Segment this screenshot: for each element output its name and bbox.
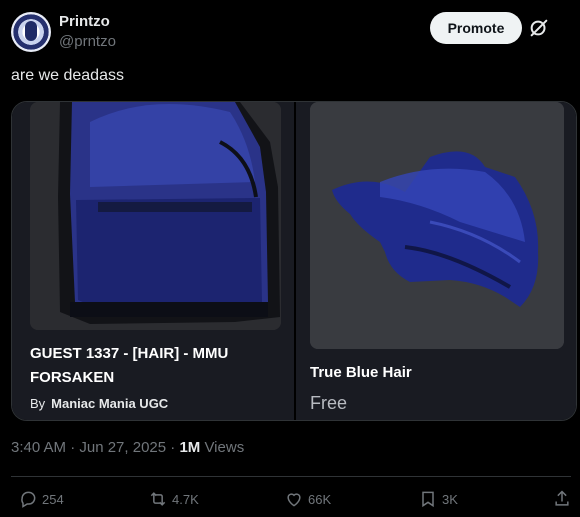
bookmark-count: 3K	[442, 491, 458, 507]
share-icon	[555, 490, 569, 506]
repost-icon	[150, 492, 166, 506]
item-price: Free	[310, 393, 348, 413]
reply-icon	[21, 491, 36, 508]
avatar[interactable]	[11, 12, 51, 52]
divider	[11, 476, 571, 477]
item-creator[interactable]: By Maniac Mania UGC	[30, 396, 168, 411]
views-label: Views	[200, 439, 245, 456]
author-name[interactable]: Printzo	[59, 13, 110, 30]
repost-button[interactable]: 4.7K	[148, 489, 199, 509]
blue-hair-side-image	[310, 102, 564, 349]
item-title[interactable]: GUEST 1337 - [HAIR] - MMU FORSAKEN	[30, 342, 270, 390]
media-card[interactable]: GUEST 1337 - [HAIR] - MMU FORSAKEN By Man…	[11, 101, 577, 421]
bookmark-button[interactable]: 3K	[418, 489, 458, 509]
share-button[interactable]	[552, 489, 572, 509]
tweet-meta: 3:40 AM · Jun 27, 2025 · 1M Views	[11, 439, 244, 456]
timestamp[interactable]: 3:40 AM · Jun 27, 2025 ·	[11, 439, 179, 456]
item-card-right[interactable]: True Blue Hair Free	[296, 102, 576, 420]
action-bar: 254 4.7K 66K 3K	[0, 485, 580, 515]
author-handle[interactable]: @prntzo	[59, 33, 116, 50]
heart-icon	[287, 493, 301, 507]
grok-icon[interactable]	[528, 17, 550, 39]
creator-name[interactable]: Maniac Mania UGC	[51, 396, 168, 411]
by-label: By	[30, 396, 46, 411]
item-title[interactable]: True Blue Hair	[310, 361, 412, 385]
item-card-left[interactable]: GUEST 1337 - [HAIR] - MMU FORSAKEN By Man…	[12, 102, 294, 420]
blue-hair-front-image	[30, 102, 281, 330]
tweet-text: are we deadass	[11, 67, 124, 84]
bookmark-icon	[422, 491, 434, 508]
reply-button[interactable]: 254	[18, 489, 64, 509]
like-count: 66K	[308, 491, 332, 507]
like-button[interactable]: 66K	[284, 489, 331, 509]
repost-count: 4.7K	[172, 491, 199, 507]
promote-button[interactable]: Promote	[430, 12, 522, 44]
reply-count: 254	[42, 491, 64, 507]
views-count: 1M	[179, 439, 201, 456]
